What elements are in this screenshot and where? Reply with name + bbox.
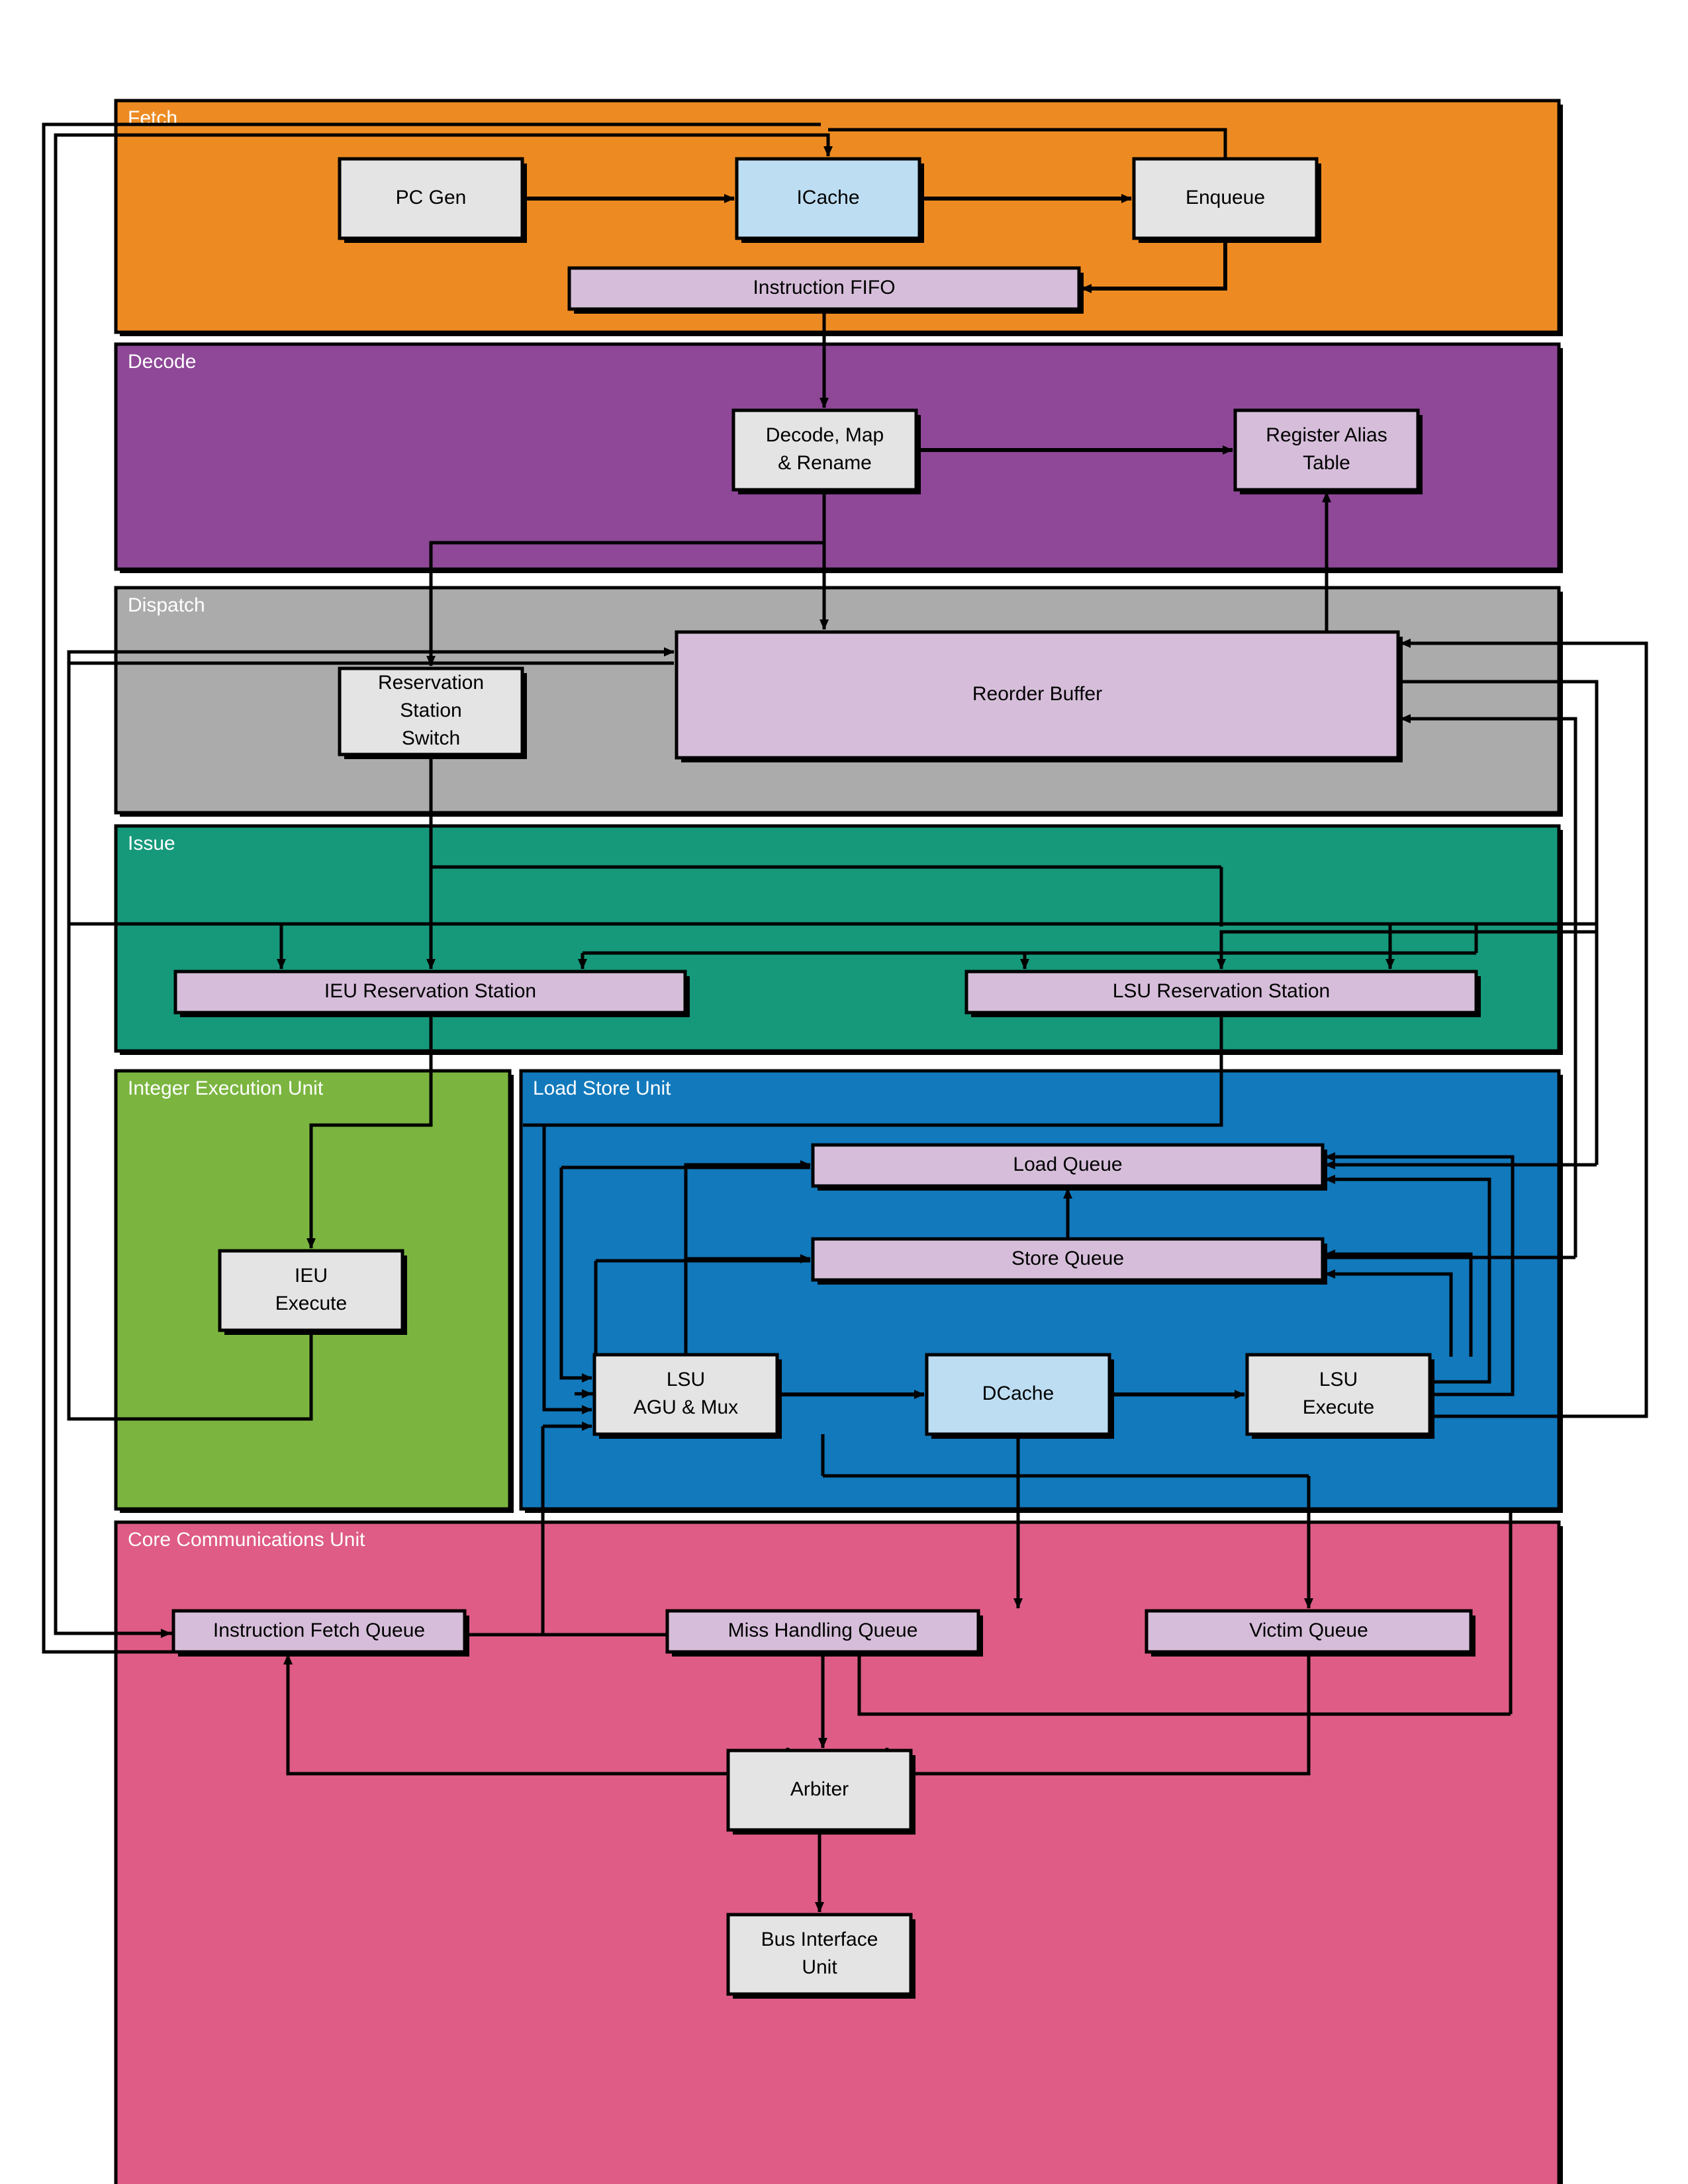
block-label-decode_map: & Rename <box>778 452 872 474</box>
block-lsu_rs[interactable]: LSU Reservation Station <box>964 970 1481 1017</box>
block-box[interactable] <box>731 408 918 492</box>
block-label-ieu_rs: IEU Reservation Station <box>324 980 536 1002</box>
block-label-load_q: Load Queue <box>1013 1154 1122 1175</box>
block-label-pc_gen: PC Gen <box>396 187 467 208</box>
section-label-decode: Decode <box>128 351 196 373</box>
block-label-lsu_exec: Execute <box>1303 1396 1374 1418</box>
block-label-lsu_agu: LSU <box>667 1369 705 1390</box>
block-label-biu: Unit <box>802 1956 837 1978</box>
block-label-arbiter: Arbiter <box>790 1778 849 1800</box>
block-vq[interactable]: Victim Queue <box>1145 1609 1476 1657</box>
section-label-issue: Issue <box>128 833 175 854</box>
block-label-store_q: Store Queue <box>1011 1248 1124 1269</box>
block-label-ifq: Instruction Fetch Queue <box>213 1619 425 1641</box>
block-ififo[interactable]: Instruction FIFO <box>567 266 1084 314</box>
microarchitecture-diagram: FetchDecodeDispatchIssueInteger Executio… <box>42 99 1648 2184</box>
block-label-lsu_agu: AGU & Mux <box>633 1396 738 1418</box>
block-label-enqueue: Enqueue <box>1186 187 1265 208</box>
block-label-rs_switch: Reservation <box>378 672 484 694</box>
block-mhq[interactable]: Miss Handling Queue <box>665 1609 983 1657</box>
block-decode_map[interactable]: Decode, Map & Rename <box>731 408 921 494</box>
block-load_q[interactable]: Load Queue <box>811 1143 1327 1191</box>
block-box[interactable] <box>592 1353 779 1436</box>
block-label-mhq: Miss Handling Queue <box>728 1619 918 1641</box>
block-lsu_agu[interactable]: LSU AGU & Mux <box>592 1353 782 1439</box>
block-pc_gen[interactable]: PC Gen <box>338 157 527 243</box>
block-rs_switch[interactable]: Reservation Station Switch <box>338 666 527 759</box>
block-label-dcache: DCache <box>982 1383 1054 1404</box>
block-ieu_rs[interactable]: IEU Reservation Station <box>173 970 690 1017</box>
block-label-ieu_exec: Execute <box>275 1293 347 1314</box>
block-enqueue[interactable]: Enqueue <box>1132 157 1321 243</box>
block-label-icache: ICache <box>796 187 859 208</box>
block-label-rat: Register Alias <box>1266 424 1387 446</box>
block-lsu_exec[interactable]: LSU Execute <box>1245 1353 1434 1439</box>
diagram-canvas: Fetch Decode Dispatch Issue Integer Executio… <box>0 0 1688 2184</box>
block-biu[interactable]: Bus Interface Unit <box>726 1913 915 1999</box>
section-lsu[interactable] <box>519 1069 1561 1511</box>
block-store_q[interactable]: Store Queue <box>811 1237 1327 1285</box>
block-rob[interactable]: Reorder Buffer <box>675 630 1403 762</box>
block-box[interactable] <box>1233 408 1420 492</box>
block-box[interactable] <box>726 1913 913 1996</box>
block-label-biu: Bus Interface <box>761 1929 878 1950</box>
block-label-decode_map: Decode, Map <box>766 424 884 446</box>
block-ieu_exec[interactable]: IEU Execute <box>218 1249 407 1335</box>
section-label-ccu: Core Communications Unit <box>128 1529 365 1551</box>
block-arbiter[interactable]: Arbiter <box>726 1749 915 1835</box>
block-ifq[interactable]: Instruction Fetch Queue <box>171 1609 469 1657</box>
block-label-ieu_exec: IEU <box>295 1265 328 1287</box>
block-label-rob: Reorder Buffer <box>972 683 1102 705</box>
block-label-vq: Victim Queue <box>1249 1619 1368 1641</box>
section-label-dispatch: Dispatch <box>128 594 205 616</box>
block-label-ififo: Instruction FIFO <box>753 277 895 298</box>
block-dcache[interactable]: DCache <box>925 1353 1114 1439</box>
section-label-lsu: Load Store Unit <box>533 1077 671 1099</box>
block-rat[interactable]: Register Alias Table <box>1233 408 1423 494</box>
block-label-rat: Table <box>1303 452 1350 474</box>
block-icache[interactable]: ICache <box>735 157 924 243</box>
block-label-rs_switch: Station <box>400 700 461 721</box>
block-label-lsu_rs: LSU Reservation Station <box>1113 980 1331 1002</box>
section-label-ieu: Integer Execution Unit <box>128 1077 324 1099</box>
block-label-lsu_exec: LSU <box>1319 1369 1358 1390</box>
block-box[interactable] <box>1245 1353 1432 1436</box>
block-label-rs_switch: Switch <box>402 727 460 749</box>
block-box[interactable] <box>218 1249 404 1332</box>
